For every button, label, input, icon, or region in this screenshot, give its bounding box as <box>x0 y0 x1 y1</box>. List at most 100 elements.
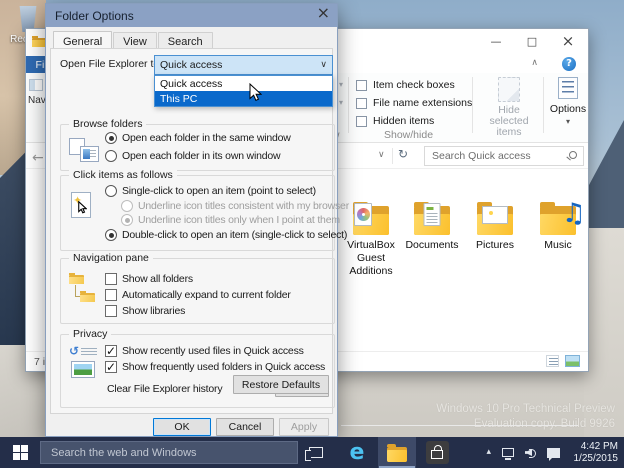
radio-icon <box>121 214 133 226</box>
browse-folders-icon <box>69 138 99 162</box>
task-view-button[interactable] <box>302 437 330 468</box>
ribbon-checkbox-item-check-boxes[interactable]: Item check boxes <box>356 79 455 91</box>
folder-icon <box>475 202 515 235</box>
open-to-combobox[interactable]: Quick access <box>154 55 333 75</box>
start-button[interactable] <box>0 437 40 468</box>
mouse-cursor <box>249 82 263 105</box>
folder-item-label: Music <box>544 239 572 251</box>
minimize-button[interactable] <box>478 29 514 53</box>
taskbar-clock[interactable]: 4:42 PM 1/25/2015 <box>574 441 619 465</box>
checkbox-show-all-folders[interactable]: Show all folders <box>105 273 193 285</box>
checkbox-recent-files[interactable]: Show recently used files in Quick access <box>105 344 304 358</box>
thumbnail-view-icon[interactable] <box>565 355 580 367</box>
dialog-close-icon[interactable] <box>317 5 330 21</box>
checkbox-icon[interactable] <box>105 289 117 301</box>
options-label: Options <box>549 103 587 115</box>
address-separator <box>392 148 393 164</box>
radio-icon[interactable] <box>105 229 117 241</box>
group-browse-folders: Browse folders Open each folder in the s… <box>60 118 335 171</box>
clock-date: 1/25/2015 <box>573 453 619 464</box>
folder-item-virtualbox[interactable]: VirtualBox Guest Additions <box>338 202 404 278</box>
task-view-icon <box>305 447 323 461</box>
explorer-search-input[interactable] <box>425 147 583 165</box>
chevron-down-icon <box>339 99 343 107</box>
combobox-dropdown-list: Quick access This PC <box>154 75 333 107</box>
ribbon-checkbox-hidden-items[interactable]: Hidden items <box>356 115 434 127</box>
collapse-ribbon-icon[interactable] <box>531 59 538 68</box>
close-button[interactable] <box>550 29 586 53</box>
store-button[interactable] <box>420 437 454 468</box>
ribbon-checkbox-label: File name extensions <box>373 97 473 109</box>
checkbox-icon[interactable] <box>356 79 367 91</box>
radio-icon[interactable] <box>105 185 117 197</box>
internet-explorer-icon <box>350 442 365 464</box>
checkbox-label: Show recently used files in Quick access <box>122 345 304 357</box>
refresh-icon[interactable] <box>398 148 408 160</box>
options-icon <box>558 77 578 99</box>
open-file-explorer-to-label: Open File Explorer to: <box>60 58 163 70</box>
folder-item-label: VirtualBox Guest Additions <box>347 239 395 277</box>
ribbon-group-separator <box>543 77 544 133</box>
taskbar: 4:42 PM 1/25/2015 <box>0 437 624 468</box>
folder-item-music[interactable]: Music <box>525 202 591 252</box>
evaluation-watermark: Windows 10 Pro Technical Preview Evaluat… <box>436 402 615 432</box>
help-button[interactable] <box>562 57 576 71</box>
ribbon-checkbox-file-name-extensions[interactable]: File name extensions <box>356 97 472 109</box>
folder-item-label: Documents <box>405 239 459 251</box>
restore-defaults-button[interactable]: Restore Defaults <box>233 375 329 394</box>
radio-double-click[interactable]: Double-click to open an item (single-cli… <box>105 229 347 241</box>
checkbox-icon[interactable] <box>105 344 117 358</box>
dropdown-option-quick-access[interactable]: Quick access <box>155 76 332 91</box>
checkbox-icon[interactable] <box>105 273 117 285</box>
explorer-search-box[interactable] <box>424 146 584 166</box>
radio-same-window[interactable]: Open each folder in the same window <box>105 132 291 144</box>
chevron-down-icon <box>566 118 570 126</box>
ok-button[interactable]: OK <box>153 418 211 436</box>
show-hidden-icons-button[interactable] <box>486 448 491 457</box>
clear-history-label: Clear File Explorer history <box>107 383 223 395</box>
checkbox-icon[interactable] <box>105 305 117 317</box>
group-title: Click items as follows <box>69 169 177 181</box>
music-note-icon <box>562 200 586 227</box>
minimize-icon <box>491 36 502 47</box>
radio-icon[interactable] <box>105 150 117 162</box>
radio-own-window[interactable]: Open each folder in its own window <box>105 150 281 162</box>
folder-item-label: Pictures <box>476 239 514 251</box>
file-explorer-taskbar-button[interactable] <box>378 437 416 468</box>
radio-icon[interactable] <box>105 132 117 144</box>
radio-label: Open each folder in the same window <box>122 132 291 144</box>
general-tab-page: Open File Explorer to: Quick access Quic… <box>50 48 349 414</box>
folder-item-pictures[interactable]: Pictures <box>462 202 528 252</box>
radio-single-click[interactable]: Single-click to open an item (point to s… <box>105 185 316 197</box>
history-arrow-icon <box>69 345 79 357</box>
checkbox-icon[interactable] <box>356 115 367 127</box>
checkbox-frequent-folders[interactable]: Show frequently used folders in Quick ac… <box>105 360 325 374</box>
dialog-titlebar[interactable]: Folder Options <box>46 4 337 27</box>
quick-access-toolbar[interactable] <box>32 36 46 47</box>
group-click-items: Click items as follows ✦ Single-click to… <box>60 169 349 251</box>
details-view-icon[interactable] <box>546 355 559 367</box>
group-navigation-pane: Navigation pane Show all folders Automat… <box>60 252 335 324</box>
options-button[interactable]: Options <box>546 75 590 127</box>
taskbar-search-box[interactable] <box>40 441 298 464</box>
taskbar-search-input[interactable] <box>41 442 297 463</box>
maximize-button[interactable] <box>514 29 550 53</box>
help-icon <box>566 59 572 69</box>
internet-explorer-button[interactable] <box>340 437 374 468</box>
checkbox-auto-expand[interactable]: Automatically expand to current folder <box>105 289 291 301</box>
hide-selected-items-button[interactable]: Hide selected items <box>478 75 540 138</box>
back-icon[interactable] <box>32 151 44 165</box>
network-icon[interactable] <box>502 448 514 460</box>
folder-item-documents[interactable]: Documents <box>399 202 465 252</box>
checkbox-icon[interactable] <box>356 97 367 109</box>
cancel-button[interactable]: Cancel <box>216 418 274 436</box>
checkbox-show-libraries[interactable]: Show libraries <box>105 305 185 317</box>
action-center-icon[interactable] <box>547 447 560 461</box>
checkbox-icon[interactable] <box>105 360 117 374</box>
navigation-pane-icon[interactable] <box>29 79 43 91</box>
dropdown-option-this-pc[interactable]: This PC <box>155 91 332 106</box>
address-dropdown-icon[interactable] <box>378 151 385 160</box>
volume-icon[interactable] <box>525 447 536 458</box>
hide-selected-items-label: Hide selected <box>489 104 529 127</box>
ribbon-checkbox-label: Hidden items <box>373 115 435 127</box>
